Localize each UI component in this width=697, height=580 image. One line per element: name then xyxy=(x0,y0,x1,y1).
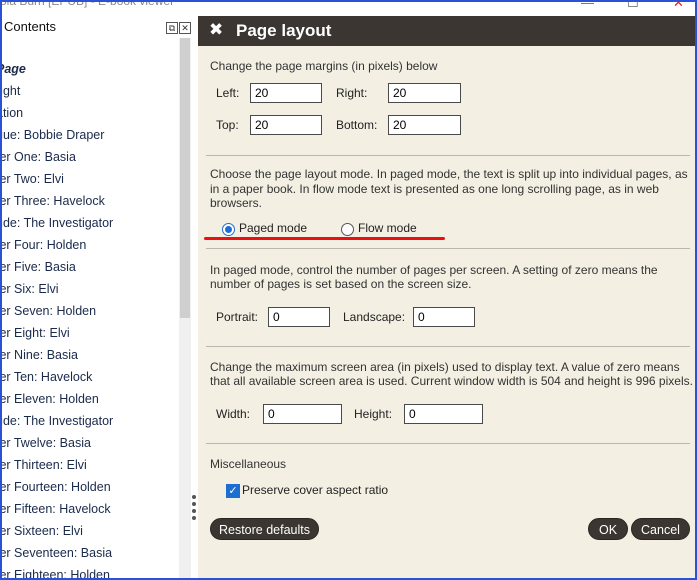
landscape-input[interactable] xyxy=(413,307,475,327)
mode-intro-line1: Choose the page layout mode. In paged mo… xyxy=(210,167,688,181)
paged-mode-radio[interactable] xyxy=(222,223,235,236)
toc-item[interactable]: ude: The Investigator xyxy=(0,212,180,234)
divider xyxy=(206,443,690,444)
toc-title: Contents xyxy=(4,19,57,34)
toc-item[interactable]: ation xyxy=(0,102,180,124)
red-underline-annotation xyxy=(204,237,445,240)
toc-item[interactable]: Page xyxy=(0,58,180,80)
toc-item[interactable]: ter Thirteen: Elvi xyxy=(0,454,180,476)
flow-mode-radio[interactable] xyxy=(341,223,354,236)
toc-panel: Contents ⧉ ✕ Pagerightationgue: Bobbie D… xyxy=(0,14,193,580)
screen-intro-line1: Change the maximum screen area (in pixel… xyxy=(210,360,680,374)
divider xyxy=(206,346,690,347)
divider xyxy=(206,248,690,249)
toc-item[interactable]: ter Fifteen: Havelock xyxy=(0,498,180,520)
toc-header: Contents ⧉ ✕ xyxy=(0,18,193,36)
screen-intro-line2: that all available screen area is used. … xyxy=(210,374,693,388)
toc-item[interactable]: ter Ten: Havelock xyxy=(0,366,180,388)
cancel-button[interactable]: Cancel xyxy=(631,518,690,540)
ok-button[interactable]: OK xyxy=(588,518,628,540)
close-icon[interactable]: ✕ xyxy=(673,0,684,11)
mode-intro-line2: in a paper book. In flow mode text is pr… xyxy=(210,182,659,196)
toc-item[interactable]: ter One: Basia xyxy=(0,146,180,168)
window-title: ola Burn [EPUB] - E-book viewer xyxy=(0,0,175,8)
mode-intro-line3: browsers. xyxy=(210,196,263,210)
toc-item[interactable]: ter Six: Elvi xyxy=(0,278,180,300)
splitter-grip[interactable] xyxy=(191,492,197,532)
toc-item[interactable]: ter Seven: Holden xyxy=(0,300,180,322)
toc-scroll-thumb[interactable] xyxy=(180,38,190,318)
toc-item[interactable]: ter Eleven: Holden xyxy=(0,388,180,410)
toc-item[interactable]: ude: The Investigator xyxy=(0,410,180,432)
margins-intro: Change the page margins (in pixels) belo… xyxy=(210,59,438,73)
dialog-title: Page layout xyxy=(236,21,332,40)
window-titlebar: ola Burn [EPUB] - E-book viewer — ☐ ✕ xyxy=(0,0,697,14)
toc-item[interactable]: right xyxy=(0,80,180,102)
close-icon[interactable]: ✖ xyxy=(209,20,223,40)
toc-item[interactable]: ter Seventeen: Basia xyxy=(0,542,180,564)
maximize-icon[interactable]: ☐ xyxy=(627,0,639,11)
preserve-aspect-checkbox[interactable]: ✓ xyxy=(226,484,240,498)
left-label: Left: xyxy=(216,86,240,100)
top-label: Top: xyxy=(216,118,239,132)
pages-intro-line1: In paged mode, control the number of pag… xyxy=(210,263,658,277)
toc-item[interactable]: ter Four: Holden xyxy=(0,234,180,256)
toc-item[interactable]: ter Fourteen: Holden xyxy=(0,476,180,498)
portrait-input[interactable] xyxy=(268,307,330,327)
preserve-aspect-label[interactable]: Preserve cover aspect ratio xyxy=(242,483,388,497)
toc-item[interactable]: ter Two: Elvi xyxy=(0,168,180,190)
bottom-margin-input[interactable] xyxy=(388,115,461,135)
toc-item[interactable]: ter Sixteen: Elvi xyxy=(0,520,180,542)
toc-item[interactable]: ter Eight: Elvi xyxy=(0,322,180,344)
toc-item[interactable]: ter Five: Basia xyxy=(0,256,180,278)
right-label: Right: xyxy=(336,86,368,100)
toc-item[interactable]: gue: Bobbie Draper xyxy=(0,124,180,146)
toc-item[interactable]: ter Three: Havelock xyxy=(0,190,180,212)
width-label: Width: xyxy=(216,407,251,421)
right-margin-input[interactable] xyxy=(388,83,461,103)
max-height-input[interactable] xyxy=(404,404,483,424)
toc-item[interactable]: ter Twelve: Basia xyxy=(0,432,180,454)
left-margin-input[interactable] xyxy=(250,83,322,103)
bottom-label: Bottom: xyxy=(336,118,378,132)
portrait-label: Portrait: xyxy=(216,310,259,324)
max-width-input[interactable] xyxy=(263,404,342,424)
pages-intro-line2: number of pages is set based on the scre… xyxy=(210,277,472,291)
flow-mode-label[interactable]: Flow mode xyxy=(358,221,417,235)
float-panel-icon[interactable]: ⧉ xyxy=(166,22,178,34)
page-layout-dialog: ✖ Page layout Change the page margins (i… xyxy=(198,16,695,580)
top-margin-input[interactable] xyxy=(250,115,322,135)
minimize-icon[interactable]: — xyxy=(581,0,594,10)
restore-defaults-button[interactable]: Restore defaults xyxy=(210,518,319,540)
landscape-label: Landscape: xyxy=(343,310,406,324)
height-label: Height: xyxy=(354,407,393,421)
toc-item[interactable]: ter Nine: Basia xyxy=(0,344,180,366)
toc-list: Pagerightationgue: Bobbie Draperter One:… xyxy=(0,58,180,580)
close-panel-icon[interactable]: ✕ xyxy=(179,22,191,34)
paged-mode-label[interactable]: Paged mode xyxy=(239,221,307,235)
misc-title: Miscellaneous xyxy=(210,457,287,471)
dialog-header: ✖ Page layout xyxy=(198,16,695,46)
divider xyxy=(206,155,690,156)
toc-item[interactable]: ter Eighteen: Holden xyxy=(0,564,180,580)
